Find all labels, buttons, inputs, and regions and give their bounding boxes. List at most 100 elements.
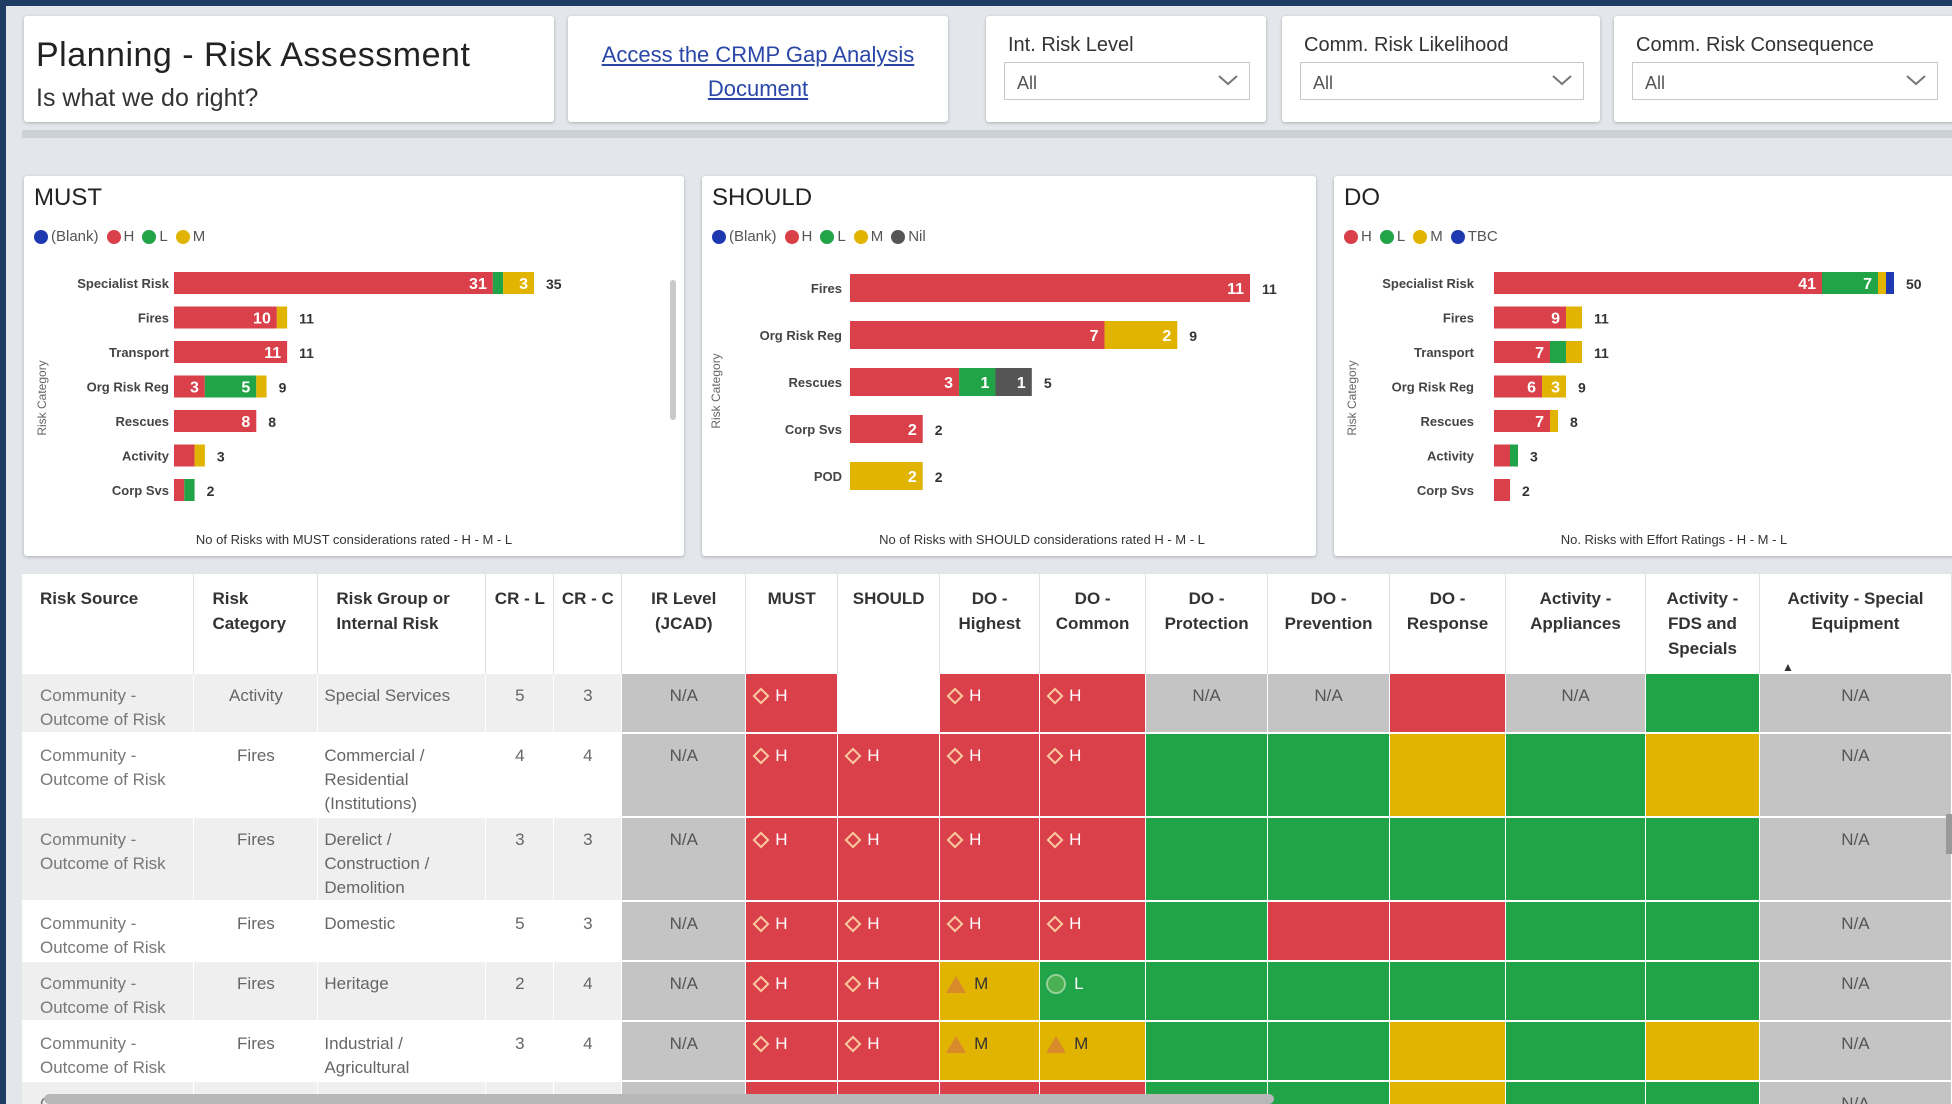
cell-rating: H (745, 1021, 839, 1082)
bar-segment (1550, 341, 1566, 363)
column-header[interactable]: Activity - Special Equipment (1759, 574, 1952, 674)
bar-segment (1494, 272, 1822, 294)
cell-rating (1645, 1021, 1760, 1082)
column-header[interactable]: MUST (745, 574, 839, 674)
category-label: Specialist Risk (77, 276, 170, 291)
table-row[interactable]: Community - Outcome of Risk Fires Commerci… (22, 733, 1952, 818)
cell-rating: N/A (1145, 674, 1269, 734)
rating-value: H (844, 972, 879, 996)
diamond-icon (844, 915, 862, 933)
cell-rating (1645, 674, 1760, 734)
category-label: Org Risk Reg (87, 380, 169, 395)
data-label: 8 (241, 414, 250, 431)
column-header[interactable]: Activity - Appliances (1505, 574, 1646, 674)
table-row[interactable]: Community - Outcome of Risk Fires Derelict… (22, 817, 1952, 902)
slicer-dropdown[interactable]: All (1300, 62, 1584, 100)
diamond-icon (844, 975, 862, 993)
diamond-icon (1046, 915, 1064, 933)
column-header[interactable]: CR - C (553, 574, 623, 674)
page-title: Planning - Risk Assessment (36, 36, 471, 74)
do-chart: DO H L M TBC Specialist Risk 41 7 50 Fires 9 11 Tr… (1334, 176, 1952, 556)
column-header[interactable]: DO - Prevention (1267, 574, 1391, 674)
report-canvas: Planning - Risk Assessment Is what we do… (6, 6, 1952, 1104)
rating-value: H (752, 972, 788, 996)
cell-risk-group: Special Services (317, 674, 487, 734)
rating-value: H (946, 744, 981, 768)
rating-value: H (1046, 912, 1081, 936)
table-row[interactable]: Community - Outcome of Risk Fires Domestic… (22, 901, 1952, 962)
cell-rating: H (939, 817, 1041, 902)
diamond-icon (946, 687, 964, 705)
column-header[interactable]: DO - Response (1389, 574, 1507, 674)
rating-value: M (946, 972, 988, 996)
bar-segment (1886, 272, 1894, 294)
rating-value: H (946, 684, 981, 708)
cell-rating (1389, 961, 1507, 1022)
cell-rating: H (837, 901, 941, 962)
column-header[interactable]: DO - Protection (1145, 574, 1269, 674)
cell-rating: H (1039, 901, 1147, 962)
column-header[interactable]: DO - Common (1039, 574, 1147, 674)
cell-cr-c: 3 (553, 674, 623, 734)
cell-rating (1267, 1081, 1391, 1104)
slicer-value: All (1645, 73, 1666, 93)
cell-rating (1267, 733, 1391, 818)
bar-segment (850, 274, 1250, 302)
bar-segment (1566, 306, 1582, 329)
data-label: 41 (1798, 276, 1816, 293)
rating-value: H (752, 744, 788, 768)
category-label: Activity (122, 449, 170, 464)
slicer-dropdown[interactable]: All (1004, 62, 1250, 100)
rating-label: H (775, 830, 788, 849)
rating-label: H (775, 914, 788, 933)
cell-cr-c: 3 (553, 901, 623, 962)
table-row[interactable]: Community - Outcome of Risk Fires Industri… (22, 1021, 1952, 1082)
cell-cr-l: 2 (485, 961, 555, 1022)
page-subtitle: Is what we do right? (36, 84, 259, 112)
total-label: 50 (1906, 276, 1922, 292)
cell-rating: M (939, 961, 1041, 1022)
rating-label: L (1074, 974, 1084, 993)
column-header[interactable]: SHOULD (837, 574, 941, 674)
y-axis-label: Risk Category (709, 353, 723, 428)
category-label: Corp Svs (785, 422, 842, 437)
cell-rating: H (837, 817, 941, 902)
data-label: 2 (908, 469, 917, 486)
cell-rating: N/A (1759, 733, 1952, 818)
table-row[interactable]: Community - Outcome of Risk Fires Heritage… (22, 961, 1952, 1022)
gap-analysis-link[interactable]: Access the CRMP Gap Analysis Document (568, 38, 948, 106)
scrollbar[interactable] (670, 280, 676, 420)
column-header[interactable]: DO - Highest (939, 574, 1041, 674)
cell-rating: H (939, 674, 1041, 734)
column-header[interactable]: IR Level (JCAD) (621, 574, 747, 674)
column-header[interactable]: Risk Category (193, 574, 319, 674)
sort-ascending-icon[interactable]: ▲ (1782, 660, 1794, 674)
chevron-down-icon (1906, 75, 1926, 86)
vertical-scrollbar[interactable] (1946, 814, 1952, 854)
cell-rating: H (745, 733, 839, 818)
bar-segment (995, 368, 1032, 396)
category-label: Rescues (1421, 414, 1474, 429)
diamond-icon (946, 831, 964, 849)
column-header[interactable]: CR - L (485, 574, 555, 674)
rating-value: M (1046, 1032, 1088, 1056)
rating-label: H (775, 686, 788, 705)
horizontal-scrollbar[interactable] (44, 1094, 1274, 1104)
chevron-down-icon (1218, 75, 1238, 86)
column-header[interactable]: Risk Group or Internal Risk (317, 574, 487, 674)
column-header[interactable]: Risk Source (22, 574, 195, 674)
total-label: 9 (1578, 380, 1586, 396)
slicer-int-risk-level: Int. Risk Level All (986, 16, 1266, 122)
column-header[interactable]: Activity - FDS and Specials (1645, 574, 1760, 674)
slicer-value: All (1017, 73, 1038, 93)
slicer-dropdown[interactable]: All (1632, 62, 1938, 100)
data-label: 7 (1090, 328, 1099, 345)
cell-rating: H (837, 961, 941, 1022)
rating-label: H (969, 914, 982, 933)
cell-cr-l: 3 (485, 1021, 555, 1082)
divider (22, 130, 1952, 138)
cell-rating: H (939, 901, 1041, 962)
table-row[interactable]: Community - Outcome of Risk Activity Speci… (22, 674, 1952, 734)
data-label: 7 (1535, 414, 1544, 431)
cell-rating (1389, 817, 1507, 902)
